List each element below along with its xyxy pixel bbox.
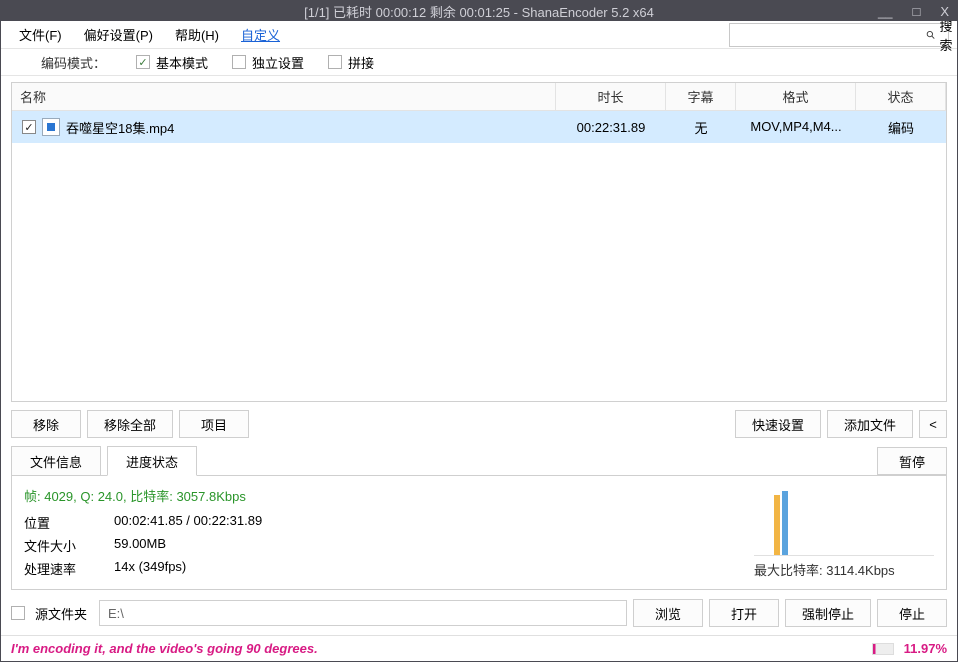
search-box: 搜索 [729,23,949,47]
mode-individual-label: 独立设置 [252,53,304,72]
check-icon [328,55,342,69]
max-bitrate: 最大比特率: 3114.4Kbps [754,560,895,579]
source-label: 源文件夹 [35,604,87,623]
max-bitrate-label: 最大比特率: [754,563,826,578]
window-title: [1/1] 已耗时 00:00:12 剩余 00:01:25 - ShanaEn… [304,2,654,21]
bar-icon [774,495,780,555]
cell-name: ✓ 吞噬星空18集.mp4 [12,111,556,143]
mode-basic-checkbox[interactable]: ✓ 基本模式 [136,53,208,72]
progress-info: 帧: 4029, Q: 24.0, 比特率: 3057.8Kbps 位置 00:… [24,486,742,579]
mode-individual-checkbox[interactable]: 独立设置 [232,53,304,72]
info-tabs: 文件信息 进度状态 暂停 [1,446,957,476]
action-buttons-row: 移除 移除全部 项目 快速设置 添加文件 < [1,402,957,446]
app-window: [1/1] 已耗时 00:00:12 剩余 00:01:25 - ShanaEn… [0,0,958,662]
source-folder-row: 源文件夹 浏览 打开 强制停止 停止 [1,591,957,635]
progress-panel: 帧: 4029, Q: 24.0, 比特率: 3057.8Kbps 位置 00:… [11,475,947,590]
menu-custom[interactable]: 自定义 [231,21,290,48]
titlebar: [1/1] 已耗时 00:00:12 剩余 00:01:25 - ShanaEn… [1,1,957,21]
mode-concat-label: 拼接 [348,53,374,72]
check-icon [232,55,246,69]
filesize-label: 文件大小 [24,536,114,555]
search-label: 搜索 [939,16,957,54]
search-input[interactable] [730,24,918,46]
mode-basic-label: 基本模式 [156,53,208,72]
col-status[interactable]: 状态 [856,83,946,111]
encoding-stats: 帧: 4029, Q: 24.0, 比特率: 3057.8Kbps [24,486,742,505]
col-duration[interactable]: 时长 [556,83,666,111]
status-message: I'm encoding it, and the video's going 9… [11,641,318,656]
row-checkbox[interactable]: ✓ [22,120,36,134]
bar-icon [782,491,788,555]
position-value: 00:02:41.85 / 00:22:31.89 [114,513,742,532]
source-path-input[interactable] [99,600,627,626]
close-button[interactable]: X [936,4,953,19]
cell-format: MOV,MP4,M4... [736,111,856,143]
speed-value: 14x (349fps) [114,559,742,578]
progress-bar-icon [872,643,894,655]
file-table: 名称 时长 字幕 格式 状态 ✓ 吞噬星空18集.mp4 00:22:31.89… [11,82,947,402]
table-body[interactable]: ✓ 吞噬星空18集.mp4 00:22:31.89 无 MOV,MP4,M4..… [12,111,946,401]
remove-button[interactable]: 移除 [11,410,81,438]
cell-status: 编码 [856,111,946,143]
mode-concat-checkbox[interactable]: 拼接 [328,53,374,72]
status-bar: I'm encoding it, and the video's going 9… [1,635,957,661]
project-button[interactable]: 项目 [179,410,249,438]
remove-all-button[interactable]: 移除全部 [87,410,173,438]
search-icon [926,28,935,42]
search-button[interactable]: 搜索 [918,24,958,46]
file-name: 吞噬星空18集.mp4 [66,118,174,137]
max-bitrate-value: 3114.4Kbps [826,563,894,578]
window-controls: __ □ X [874,1,953,21]
check-icon: ✓ [136,55,150,69]
menubar: 文件(F) 偏好设置(P) 帮助(H) 自定义 搜索 [1,21,957,49]
browse-button[interactable]: 浏览 [633,599,703,627]
filesize-value: 59.00MB [114,536,742,555]
add-file-button[interactable]: 添加文件 [827,410,913,438]
col-format[interactable]: 格式 [736,83,856,111]
tab-progress[interactable]: 进度状态 [107,446,197,476]
encode-mode-row: 编码模式： ✓ 基本模式 独立设置 拼接 [1,49,957,76]
bitrate-graph [754,486,934,556]
cell-duration: 00:22:31.89 [556,111,666,143]
force-stop-button[interactable]: 强制停止 [785,599,871,627]
maximize-button[interactable]: □ [908,4,924,19]
quick-settings-button[interactable]: 快速设置 [735,410,821,438]
tab-file-info[interactable]: 文件信息 [11,446,101,476]
table-row[interactable]: ✓ 吞噬星空18集.mp4 00:22:31.89 无 MOV,MP4,M4..… [12,111,946,143]
open-button[interactable]: 打开 [709,599,779,627]
minimize-button[interactable]: __ [874,4,896,19]
menu-preferences[interactable]: 偏好设置(P) [74,21,163,48]
pause-button[interactable]: 暂停 [877,447,947,475]
progress-percent: 11.97% [904,641,947,656]
menu-file[interactable]: 文件(F) [9,21,72,48]
video-file-icon [42,118,60,136]
table-header: 名称 时长 字幕 格式 状态 [12,83,946,111]
menu-help[interactable]: 帮助(H) [165,21,229,48]
speed-label: 处理速率 [24,559,114,578]
encode-mode-label: 编码模式： [41,53,106,72]
source-checkbox[interactable] [11,606,25,620]
col-subtitle[interactable]: 字幕 [666,83,736,111]
cell-subtitle: 无 [666,111,736,143]
bitrate-chart: 最大比特率: 3114.4Kbps [754,486,934,579]
stop-button[interactable]: 停止 [877,599,947,627]
collapse-button[interactable]: < [919,410,947,438]
col-name[interactable]: 名称 [12,83,556,111]
position-label: 位置 [24,513,114,532]
